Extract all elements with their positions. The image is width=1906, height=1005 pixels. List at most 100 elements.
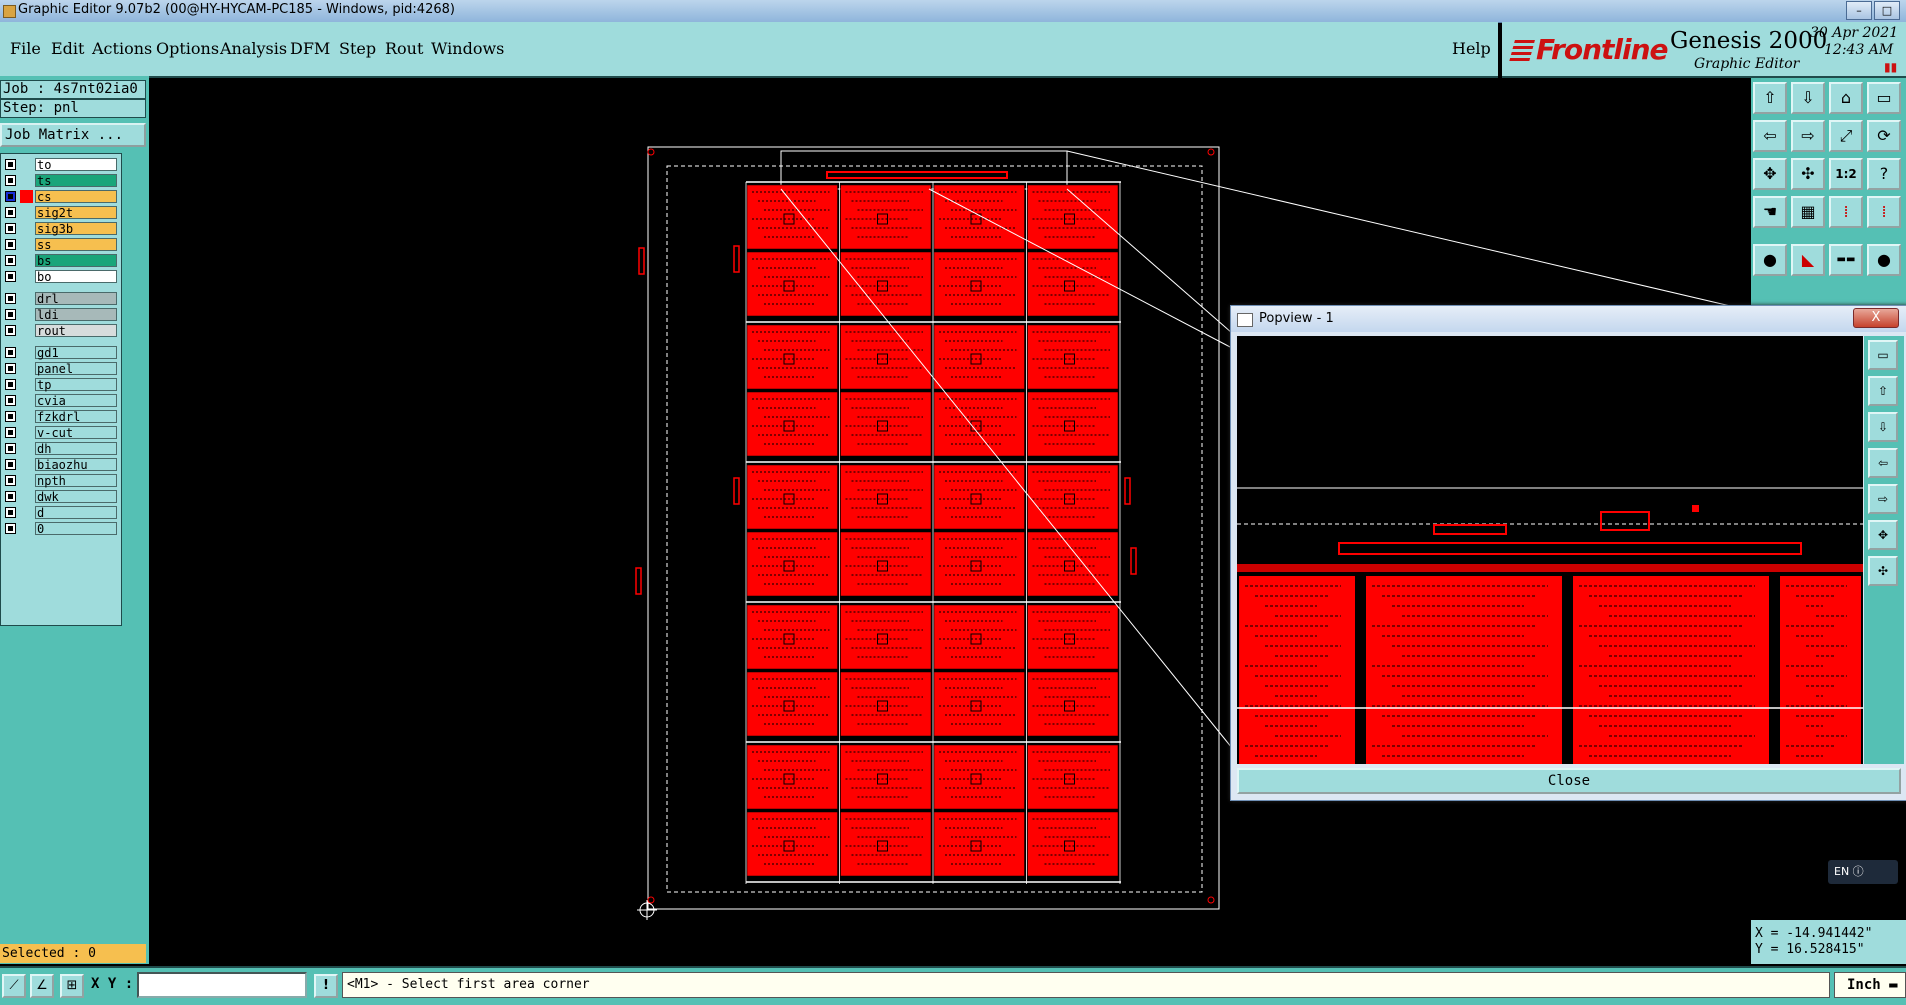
layer-checkbox[interactable] [5, 191, 16, 202]
home-view-icon[interactable]: ⌂ [1829, 82, 1863, 114]
layer-row-npth[interactable]: npth [1, 473, 119, 488]
layer-name[interactable]: fzkdrl [35, 410, 117, 424]
fill-mode-icon[interactable]: ● [1753, 244, 1787, 276]
layer-row-0[interactable]: 0 [1, 521, 119, 536]
menu-file[interactable]: File [10, 39, 41, 58]
line-tool-icon[interactable]: ⟋ [2, 974, 26, 998]
snap-icon[interactable]: ⁞ [1829, 196, 1863, 228]
menu-rout[interactable]: Rout [385, 39, 423, 58]
units-selector[interactable]: Inch ▬ [1834, 972, 1906, 998]
job-matrix-button[interactable]: Job Matrix ... [0, 123, 146, 147]
layer-color-cell[interactable] [20, 222, 33, 235]
layer-name[interactable]: tp [35, 378, 117, 392]
layer-color-cell[interactable] [20, 410, 33, 423]
layer-name[interactable]: panel [35, 362, 117, 376]
layer-checkbox[interactable] [5, 379, 16, 390]
layer-color-cell[interactable] [20, 254, 33, 267]
layer-name[interactable]: npth [35, 474, 117, 488]
pad-display-icon[interactable]: ● [1867, 244, 1901, 276]
layer-name[interactable]: ts [35, 174, 117, 188]
layer-checkbox[interactable] [5, 175, 16, 186]
layer-checkbox[interactable] [5, 459, 16, 470]
layer-checkbox[interactable] [5, 523, 16, 534]
zoom-center-icon[interactable]: ✣ [1791, 158, 1825, 190]
angle-tool-icon[interactable]: ∠ [30, 974, 54, 998]
layer-row-bs[interactable]: bs [1, 253, 119, 268]
layer-color-cell[interactable] [20, 324, 33, 337]
menu-dfm[interactable]: DFM [290, 39, 330, 58]
layer-checkbox[interactable] [5, 159, 16, 170]
layer-color-cell[interactable] [20, 442, 33, 455]
menu-windows[interactable]: Windows [431, 39, 504, 58]
layer-color-cell[interactable] [20, 362, 33, 375]
xy-input[interactable] [137, 972, 307, 998]
layer-name[interactable]: bo [35, 270, 117, 284]
layer-color-cell[interactable] [20, 238, 33, 251]
menu-help[interactable]: Help [1452, 39, 1491, 58]
layer-row-bo[interactable]: bo [1, 269, 119, 284]
layer-row-ts[interactable]: ts [1, 173, 119, 188]
layer-color-cell[interactable] [20, 474, 33, 487]
layer-row-ss[interactable]: ss [1, 237, 119, 252]
layer-checkbox[interactable] [5, 347, 16, 358]
layer-checkbox[interactable] [5, 427, 16, 438]
menu-analysis[interactable]: Analysis [220, 39, 287, 58]
layer-name[interactable]: to [35, 158, 117, 172]
layer-row-cs[interactable]: cs [1, 189, 119, 204]
layer-row-ldi[interactable]: ldi [1, 307, 119, 322]
menu-actions[interactable]: Actions [92, 39, 152, 58]
layer-checkbox[interactable] [5, 309, 16, 320]
redraw-icon[interactable]: ⟳ [1867, 120, 1901, 152]
layer-row-to[interactable]: to [1, 157, 119, 172]
layer-row-d[interactable]: d [1, 505, 119, 520]
hand-icon[interactable]: ☚ [1753, 196, 1787, 228]
layer-color-cell[interactable] [20, 190, 33, 203]
layer-checkbox[interactable] [5, 411, 16, 422]
layer-row-biaozhu[interactable]: biaozhu [1, 457, 119, 472]
layer-name[interactable]: gd1 [35, 346, 117, 360]
layer-color-cell[interactable] [20, 308, 33, 321]
layer-color-cell[interactable] [20, 292, 33, 305]
grid-snap-icon[interactable]: ⊞ [60, 974, 84, 998]
layer-name[interactable]: sig2t [35, 206, 117, 220]
language-indicator[interactable]: EN ⓘ [1828, 860, 1898, 884]
measure-icon[interactable]: ⁞ [1867, 196, 1901, 228]
pv-fit-icon[interactable]: ✥ [1868, 520, 1898, 550]
layer-row-dh[interactable]: dh [1, 441, 119, 456]
layer-name[interactable]: cvia [35, 394, 117, 408]
outline-mode-icon[interactable]: ◣ [1791, 244, 1825, 276]
layer-row-rout[interactable]: rout [1, 323, 119, 338]
pv-window-icon[interactable]: ▭ [1868, 340, 1898, 370]
popview-close-button[interactable]: Close [1237, 768, 1901, 794]
layer-row-gd1[interactable]: gd1 [1, 345, 119, 360]
layer-checkbox[interactable] [5, 293, 16, 304]
layer-checkbox[interactable] [5, 395, 16, 406]
pv-pan-right-icon[interactable]: ⇨ [1868, 484, 1898, 514]
menu-edit[interactable]: Edit [51, 39, 84, 58]
layer-color-cell[interactable] [20, 506, 33, 519]
layer-row-v-cut[interactable]: v-cut [1, 425, 119, 440]
layer-name[interactable]: rout [35, 324, 117, 338]
pv-pan-left-icon[interactable]: ⇦ [1868, 448, 1898, 478]
zoom-home-icon[interactable]: ⇧ [1753, 82, 1787, 114]
layer-color-cell[interactable] [20, 174, 33, 187]
layer-checkbox[interactable] [5, 475, 16, 486]
layer-name[interactable]: 0 [35, 522, 117, 536]
layer-name[interactable]: ldi [35, 308, 117, 322]
menu-step[interactable]: Step [339, 39, 376, 58]
layer-checkbox[interactable] [5, 255, 16, 266]
pv-center-icon[interactable]: ✣ [1868, 556, 1898, 586]
layer-name[interactable]: v-cut [35, 426, 117, 440]
layer-checkbox[interactable] [5, 491, 16, 502]
layer-row-panel[interactable]: panel [1, 361, 119, 376]
zoom-area-icon[interactable]: ⤢ [1829, 120, 1863, 152]
pv-zoom-down-icon[interactable]: ⇩ [1868, 412, 1898, 442]
layer-name[interactable]: drl [35, 292, 117, 306]
layer-color-cell[interactable] [20, 158, 33, 171]
layer-checkbox[interactable] [5, 507, 16, 518]
layer-color-cell[interactable] [20, 346, 33, 359]
layer-name[interactable]: cs [35, 190, 117, 204]
layer-name[interactable]: dh [35, 442, 117, 456]
window-view-icon[interactable]: ▭ [1867, 82, 1901, 114]
layer-name[interactable]: dwk [35, 490, 117, 504]
